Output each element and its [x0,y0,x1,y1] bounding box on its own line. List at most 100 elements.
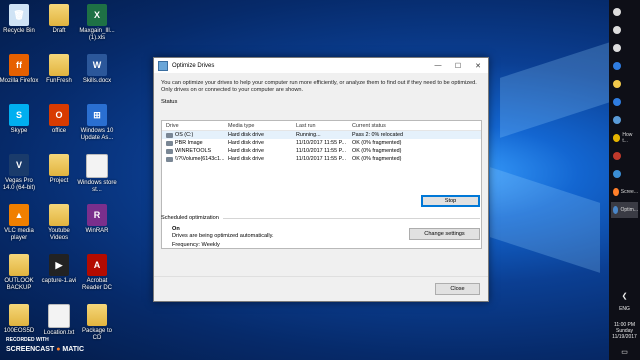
notifications-icon[interactable]: ▭ [609,348,640,356]
acrobat-icon: A [87,254,107,276]
desktop-icon[interactable]: ▲ VLC media player [2,204,36,242]
desktop-icon[interactable]: V Vegas Pro 14.0 (64-bit) [2,154,36,192]
change-settings-button[interactable]: Change settings [409,228,480,240]
status-cell: OK (0% fragmented) [352,156,402,162]
taskbar-item[interactable] [611,58,638,74]
taskbar-item[interactable]: Optim... [611,202,638,218]
clock[interactable]: 11:00 PM Sunday 11/19/2017 [609,322,640,340]
desktop-icon[interactable]: W Skills.docx [80,54,114,85]
vlc-icon: ▲ [9,204,29,226]
desktop-icon[interactable]: S Skype [2,104,36,135]
desktop-icon[interactable]: 🗑 Recycle Bin [2,4,36,35]
stop-button[interactable]: Stop [421,195,480,207]
desktop-icon-label: Recycle Bin [3,28,35,34]
drive-cell: WINRETOOLS [162,148,228,154]
folder-icon [87,304,107,326]
power-icon [613,8,621,16]
taskbar-item[interactable] [611,76,638,92]
desktop-icon-label: Youtube Videos [48,228,70,241]
close-button[interactable]: Close [435,283,480,295]
taskbar-item[interactable] [611,4,638,20]
maximize-button[interactable]: ☐ [448,58,468,73]
drive-row[interactable]: OS (C:) Hard disk drive Running... Pass 2: … [162,131,481,139]
desktop-icon[interactable]: Draft [42,4,76,35]
desktop-icon[interactable]: Project [42,154,76,185]
desktop-icon[interactable]: Youtube Videos [42,204,76,242]
drive-name: \\?\Volume{6143c1... [175,156,225,162]
divider [222,218,480,219]
column-drive[interactable]: Drive [162,123,228,129]
taskbar-item[interactable] [611,166,638,182]
column-last-run[interactable]: Last run [296,123,352,129]
desktop-icon[interactable]: ff Mozilla Firefox [0,54,38,85]
minimize-button[interactable]: — [428,58,448,73]
taskbar-item-label: Scree... [620,189,638,195]
desktop-icon[interactable]: Location.txt [42,304,76,337]
app-icon [613,170,621,178]
hard-drive-icon [166,156,173,162]
chrome-icon [613,134,621,142]
screencast-watermark: RECORDED WITH SCREENCAST ● MATIC [6,336,84,354]
desktop-icon[interactable]: ▶ capture-1.avi [42,254,76,285]
desktop-icon-label: Acrobat Reader DC [81,278,112,291]
desktop-icon[interactable]: ⊞ Windows 10 Update As... [80,104,114,142]
hard-drive-icon [166,148,173,154]
media-type-cell: Hard disk drive [228,140,264,146]
taskbar-item[interactable] [611,148,638,164]
scheduled-label: Scheduled optimization [161,215,219,221]
desktop-icon[interactable]: R WinRAR [80,204,114,235]
winrar-icon: R [87,204,107,226]
desktop-icon[interactable]: Ooffice [42,104,76,135]
desktop-icon[interactable]: A Acrobat Reader DC [80,254,114,292]
column-media-type[interactable]: Media type [228,123,296,129]
desktop-icon[interactable]: 100EOS5D [2,304,36,335]
status-label: Status [161,99,178,105]
screencast-icon [613,188,619,196]
recycle-icon: 🗑 [9,4,29,26]
drive-row[interactable]: PBR Image Hard disk drive 11/10/2017 11:55… [162,139,481,147]
desktop-icon-label: 100EOS5D [3,328,35,334]
hard-drive-icon [166,132,173,138]
firefox-icon: ff [9,54,29,76]
drive-name: WINRETOOLS [175,148,212,154]
language-indicator[interactable]: ENG [609,306,640,312]
close-window-button[interactable]: ✕ [468,58,488,73]
taskbar-item[interactable] [611,40,638,56]
column-current-status[interactable]: Current status [352,123,481,129]
desktop-icon-label: Project [49,178,69,184]
desktop-icon[interactable]: Package to CD [80,304,114,342]
taskbar-item[interactable] [611,94,638,110]
drive-row[interactable]: \\?\Volume{6143c1... Hard disk drive 11/10… [162,155,481,163]
watermark-line2: SCREENCAST [6,346,55,353]
wallpaper-beam [500,42,610,138]
desktop-icon[interactable]: X Maxgain_Ill... (1).xls [79,4,115,42]
schedule-frequency: Frequency: Weekly [172,242,220,248]
taskbar-item[interactable] [611,112,638,128]
desktop-icon[interactable]: FunFresh [42,54,76,85]
last-run-cell: 11/10/2017 11:55 P... [296,140,347,146]
folder-icon [9,254,29,276]
drive-row[interactable]: WINRETOOLS Hard disk drive 11/10/2017 11:5… [162,147,481,155]
desktop-icon-label: office [51,128,67,134]
last-run-cell: 11/10/2017 11:55 P... [296,148,347,154]
optimize-icon [613,206,619,214]
store-icon [613,98,621,106]
desktop-icon[interactable]: Windows store st... [77,154,117,194]
media-type-cell: Hard disk drive [228,148,264,154]
drive-cell: OS (C:) [162,132,228,138]
doc-icon [48,304,70,328]
window-title: Optimize Drives [172,62,215,69]
show-hidden-icons-icon[interactable]: ❮ [609,292,640,300]
system-tray: ❮ ENG 11:00 PM Sunday 11/19/2017 ▭ [609,292,640,360]
folder-icon [49,4,69,26]
watermark-line3: MATIC [62,346,85,353]
media-type-cell: Hard disk drive [228,156,264,162]
title-bar[interactable]: Optimize Drives — ☐ ✕ [154,58,488,73]
taskbar-item[interactable]: Scree... [611,184,638,200]
desktop-icon[interactable]: OUTLOOK BACKUP [2,254,36,292]
office-icon: O [49,104,69,126]
taskbar-item[interactable] [611,22,638,38]
taskbar-item[interactable]: How t... [611,130,638,146]
desktop-icon-label: FunFresh [46,78,72,84]
status-cell: Pass 2: 0% relocated [352,132,403,138]
